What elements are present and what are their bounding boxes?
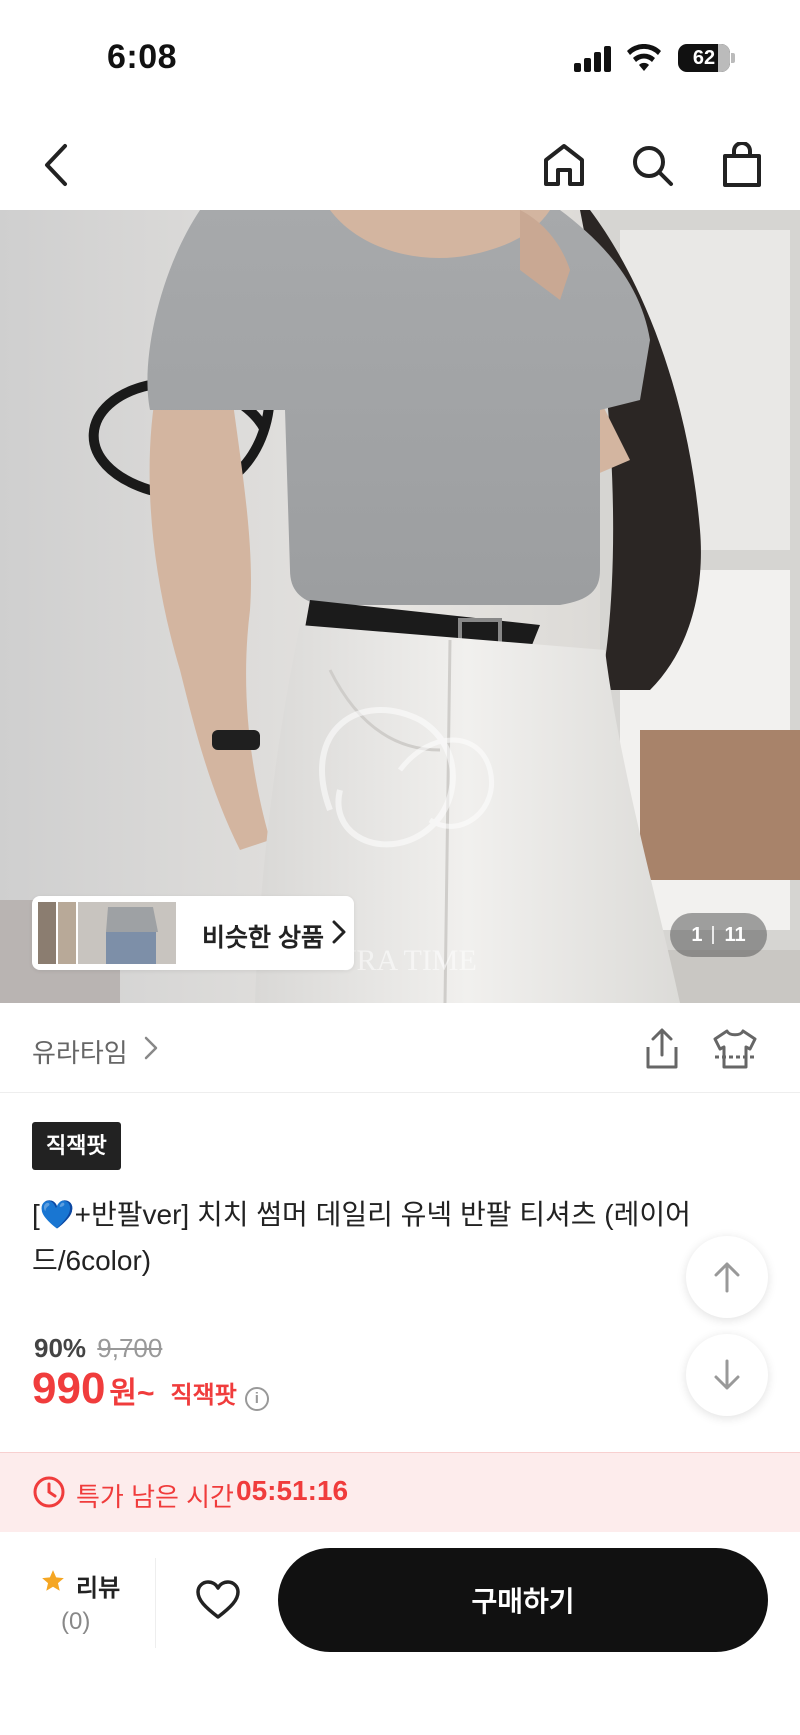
store-name-link[interactable]: 유라타임 xyxy=(32,1033,128,1070)
original-price: 9,700 xyxy=(97,1333,163,1363)
search-icon xyxy=(633,146,673,186)
similar-products-label: 비슷한 상품 xyxy=(202,924,324,952)
top-nav xyxy=(0,115,800,210)
home-icon xyxy=(544,144,584,186)
chevron-left-icon xyxy=(45,144,67,186)
virtual-fitting-icon[interactable] xyxy=(712,1027,758,1071)
store-row: 유라타임 xyxy=(0,1003,800,1093)
price-tag: 직잭팟 xyxy=(170,1382,237,1409)
chevron-right-icon xyxy=(144,1036,158,1060)
review-label: 리뷰 xyxy=(76,1575,121,1602)
discount-percent: 90% xyxy=(34,1333,87,1363)
review-count: (0) xyxy=(61,1608,91,1635)
price-row: 990 원~ 직잭팟 i xyxy=(32,1364,269,1414)
product-image-carousel[interactable]: YURA TIME xyxy=(0,210,800,1003)
jackpot-badge: 직잭팟 xyxy=(32,1122,121,1170)
status-bar: 6:08 62 xyxy=(0,0,800,110)
home-button[interactable] xyxy=(536,137,592,193)
discount-row: 90% 9,700 xyxy=(34,1333,162,1364)
wifi-icon xyxy=(627,44,661,71)
signal-icon xyxy=(574,46,612,72)
timer-label: 특가 남은 시간 xyxy=(76,1482,234,1512)
price-unit: 원~ xyxy=(109,1377,155,1410)
arrow-down-icon xyxy=(714,1359,740,1390)
blue-heart-emoji: 💙 xyxy=(39,1199,75,1230)
sale-price: 990 xyxy=(32,1364,106,1413)
share-icon[interactable] xyxy=(640,1027,684,1071)
back-button[interactable] xyxy=(28,137,84,193)
image-page-indicator: 1 11 xyxy=(670,913,767,957)
star-icon xyxy=(42,1570,64,1591)
shopping-bag-icon xyxy=(723,142,761,187)
arrow-up-icon xyxy=(714,1262,740,1293)
scroll-up-button[interactable] xyxy=(686,1236,768,1318)
buy-button[interactable]: 구매하기 xyxy=(278,1548,768,1652)
similar-products-thumbnails xyxy=(38,902,176,964)
info-icon[interactable]: i xyxy=(244,1387,269,1411)
product-title: [💙+반팔ver] 치치 썸머 데일리 유넥 반팔 티셔츠 (레이어드/6col… xyxy=(32,1199,691,1276)
status-time: 6:08 xyxy=(107,38,178,76)
like-button[interactable] xyxy=(190,1572,246,1628)
scroll-down-button[interactable] xyxy=(686,1334,768,1416)
clock-icon xyxy=(33,1476,65,1508)
review-button[interactable]: 리뷰 (0) xyxy=(36,1564,156,1654)
battery-icon: 62 xyxy=(678,44,730,72)
divider xyxy=(155,1558,156,1648)
bottom-action-bar: 리뷰 (0) 구매하기 xyxy=(0,1532,800,1735)
product-image: YURA TIME xyxy=(0,210,800,1003)
similar-products-button[interactable]: 비슷한 상품 xyxy=(32,896,354,970)
search-button[interactable] xyxy=(624,137,680,193)
deal-timer-bar: 특가 남은 시간 05:51:16 xyxy=(0,1452,800,1532)
chevron-right-icon xyxy=(332,920,346,944)
cart-button[interactable] xyxy=(714,137,770,193)
heart-icon xyxy=(196,1580,240,1619)
page-current: 1 xyxy=(691,923,703,946)
battery-level: 62 xyxy=(692,47,716,69)
page-total: 11 xyxy=(724,923,746,946)
timer-value: 05:51:16 xyxy=(236,1475,349,1506)
